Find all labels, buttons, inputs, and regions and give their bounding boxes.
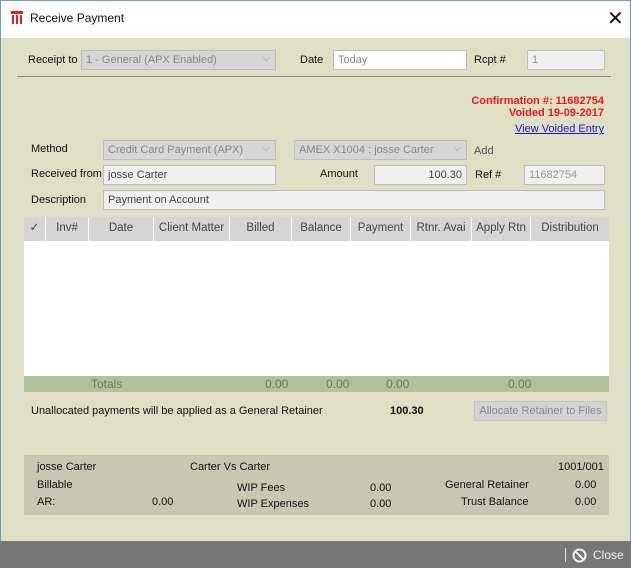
ar-label: AR: (37, 496, 56, 508)
close-label: Close (593, 548, 624, 562)
date-input[interactable]: Today (333, 50, 467, 70)
footer-bar: Close (0, 541, 631, 568)
ref-label: Ref # (475, 169, 502, 181)
wip-expenses-value: 0.00 (370, 498, 392, 510)
amount-label: Amount (320, 168, 358, 180)
close-button[interactable]: Close (572, 546, 624, 564)
received-from-label: Received from (31, 168, 102, 180)
invoice-table-body[interactable] (24, 241, 609, 376)
chevron-down-icon: ⌵ (262, 143, 270, 154)
unallocated-amount: 100.30 (390, 405, 424, 417)
client-summary-panel: josse Carter Carter Vs Carter 1001/001 B… (24, 455, 609, 515)
view-voided-entry-link[interactable]: View Voided Entry (515, 123, 604, 135)
rcpt-label: Rcpt # (474, 54, 506, 66)
received-from-input[interactable]: josse Carter (103, 165, 276, 185)
ref-input[interactable]: 11682754 (524, 165, 605, 185)
method-value: Credit Card Payment (APX) (108, 144, 244, 156)
description-label: Description (31, 194, 87, 206)
column-header-select[interactable]: ✓ (24, 217, 46, 241)
description-input[interactable]: Payment on Account (103, 190, 605, 210)
separator (565, 548, 566, 562)
billable-status: Billable (37, 479, 73, 491)
totals-balance: 0.00 (326, 377, 350, 391)
column-header-date[interactable]: Date (89, 217, 154, 241)
trust-balance-label: Trust Balance (461, 496, 529, 508)
prohibited-icon (572, 548, 587, 562)
totals-billed: 0.00 (265, 377, 289, 391)
wip-fees-value: 0.00 (370, 482, 392, 494)
totals-label: Totals (91, 377, 123, 391)
client-name: josse Carter (37, 461, 97, 473)
wip-fees-label: WIP Fees (237, 482, 286, 494)
title-bar: Receive Payment ✕ (0, 0, 631, 38)
totals-payment: 0.00 (386, 377, 410, 391)
table-header: ✓ Inv# Date Client Matter Billed Balance… (24, 217, 609, 241)
column-header-balance[interactable]: Balance (292, 217, 351, 241)
chevron-down-icon: ⌵ (262, 53, 270, 64)
trust-balance-value: 0.00 (575, 496, 597, 508)
rcpt-input[interactable]: 1 (527, 50, 605, 70)
date-label: Date (300, 54, 324, 66)
column-header-apply-rtn[interactable]: Apply Rtn (472, 217, 531, 241)
method-label: Method (31, 143, 68, 155)
matter-name: Carter Vs Carter (190, 461, 271, 473)
receipt-to-select[interactable]: 1 - General (APX Enabled) ⌵ (81, 50, 276, 70)
confirmation-number: Confirmation #: 11682754 (471, 95, 604, 107)
card-value: AMEX X1004 : josse Carter (299, 144, 434, 156)
ar-value: 0.00 (152, 496, 174, 508)
close-window-button[interactable]: ✕ (607, 6, 624, 31)
totals-row: Totals 0.00 0.00 0.00 0.00 (24, 376, 609, 392)
general-retainer-value: 0.00 (575, 479, 597, 491)
matter-number: 1001/001 (558, 461, 604, 473)
add-card-link[interactable]: Add (474, 145, 494, 157)
unallocated-text: Unallocated payments will be applied as … (31, 405, 323, 417)
method-select[interactable]: Credit Card Payment (APX) ⌵ (103, 140, 276, 160)
totals-apply-rtn: 0.00 (508, 377, 532, 391)
allocate-retainer-button[interactable]: Allocate Retainer to Files (474, 401, 607, 421)
window-title: Receive Payment (30, 11, 125, 25)
amount-input[interactable]: 100.30 (374, 165, 467, 185)
receipt-to-value: 1 - General (APX Enabled) (86, 54, 217, 66)
column-header-payment[interactable]: Payment (351, 217, 411, 241)
general-retainer-label: General Retainer (445, 479, 529, 491)
voided-status: Voided 19-09-2017 (508, 107, 604, 119)
app-logo-icon (11, 11, 23, 24)
card-select[interactable]: AMEX X1004 : josse Carter ⌵ (294, 140, 467, 160)
column-header-distribution[interactable]: Distribution (531, 217, 609, 241)
column-header-billed[interactable]: Billed (230, 217, 292, 241)
chevron-down-icon: ⌵ (453, 143, 461, 154)
column-header-client-matter[interactable]: Client Matter (154, 217, 230, 241)
wip-expenses-label: WIP Expenses (237, 498, 309, 510)
receipt-to-label: Receipt to (28, 54, 78, 66)
column-header-inv[interactable]: Inv# (46, 217, 89, 241)
divider (17, 76, 611, 77)
column-header-rtnr-avai[interactable]: Rtnr. Avai (411, 217, 472, 241)
